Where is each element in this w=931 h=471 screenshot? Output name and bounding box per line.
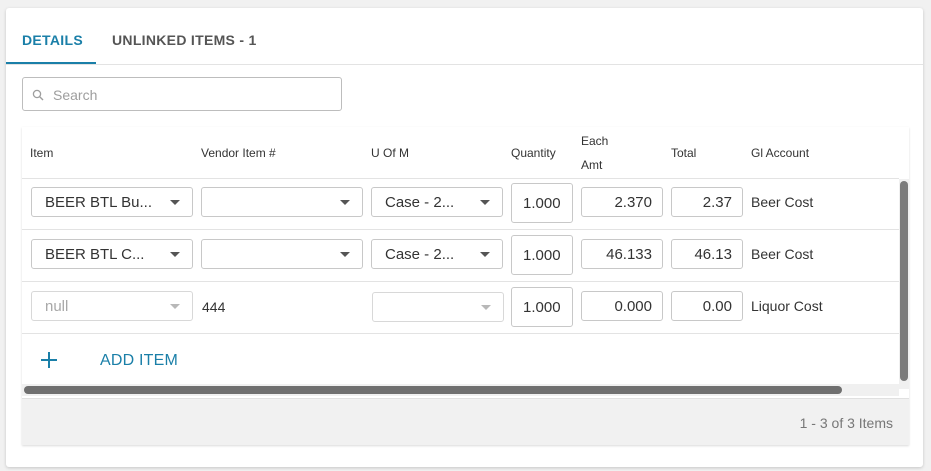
plus-icon [40, 351, 58, 369]
uofm-select[interactable] [372, 292, 504, 322]
each-amt-value: 0.000 [614, 298, 652, 315]
each-amt-value: 46.133 [606, 246, 652, 263]
quantity-input[interactable]: 1.000 [511, 287, 573, 327]
pager-info: 1 - 3 of 3 Items [799, 415, 893, 431]
vertical-scrollbar[interactable] [899, 179, 909, 389]
total-input[interactable]: 46.13 [671, 239, 743, 269]
vertical-scrollbar-thumb[interactable] [900, 181, 908, 381]
header-each-amt-line1[interactable]: Each [581, 134, 608, 148]
row-divider [22, 281, 899, 282]
header-divider [22, 178, 899, 179]
item-select-value: BEER BTL Bu... [45, 194, 152, 211]
header-item[interactable]: Item [30, 146, 53, 160]
grid-footer: 1 - 3 of 3 Items [22, 398, 909, 445]
quantity-value: 1.000 [523, 299, 561, 316]
gl-account-text: Liquor Cost [751, 298, 823, 314]
quantity-input[interactable]: 1.000 [511, 183, 573, 223]
uofm-select-value: Case - 2... [385, 194, 455, 211]
total-value: 2.37 [702, 194, 732, 211]
header-total[interactable]: Total [671, 146, 696, 160]
search-icon [32, 88, 44, 106]
horizontal-scrollbar-thumb[interactable] [24, 386, 842, 394]
tab-bar: DETAILS UNLINKED ITEMS - 1 [6, 8, 923, 65]
each-amt-input[interactable]: 2.370 [581, 187, 663, 217]
add-item-label[interactable]: ADD ITEM [100, 352, 178, 370]
row-divider [22, 229, 899, 230]
item-select[interactable]: null [31, 291, 193, 321]
each-amt-value: 2.370 [614, 194, 652, 211]
row-divider [22, 333, 899, 334]
search-input[interactable] [53, 85, 333, 105]
item-select-value: BEER BTL C... [45, 246, 145, 263]
gl-account-text: Beer Cost [751, 194, 814, 210]
uofm-select[interactable]: Case - 2... [371, 187, 503, 217]
item-select[interactable]: BEER BTL Bu... [31, 187, 193, 217]
total-value: 0.00 [702, 298, 732, 315]
each-amt-input[interactable]: 46.133 [581, 239, 663, 269]
line-items-grid: Item Vendor Item # U Of M Quantity Each … [22, 127, 909, 445]
quantity-value: 1.000 [523, 247, 561, 264]
chevron-down-icon [480, 252, 490, 257]
chevron-down-icon [170, 304, 180, 309]
uofm-select-value: Case - 2... [385, 246, 455, 263]
chevron-down-icon [480, 200, 490, 205]
quantity-input[interactable]: 1.000 [511, 235, 573, 275]
chevron-down-icon [481, 305, 491, 310]
total-input[interactable]: 0.00 [671, 291, 743, 321]
header-each-amt-line2[interactable]: Amt [581, 158, 602, 172]
vendor-item-select[interactable] [201, 239, 363, 269]
tab-unlinked-items[interactable]: UNLINKED ITEMS - 1 [112, 32, 257, 48]
chevron-down-icon [170, 200, 180, 205]
each-amt-input[interactable]: 0.000 [581, 291, 663, 321]
total-input[interactable]: 2.37 [671, 187, 743, 217]
header-uofm[interactable]: U Of M [371, 146, 409, 160]
tab-details[interactable]: DETAILS [22, 32, 83, 48]
chevron-down-icon [340, 252, 350, 257]
quantity-value: 1.000 [523, 195, 561, 212]
total-value: 46.13 [694, 246, 732, 263]
chevron-down-icon [170, 252, 180, 257]
horizontal-scrollbar[interactable] [22, 384, 899, 396]
header-gl-account[interactable]: Gl Account [751, 146, 809, 160]
active-tab-indicator [6, 62, 96, 64]
chevron-down-icon [340, 200, 350, 205]
uofm-select[interactable]: Case - 2... [371, 239, 503, 269]
header-vendor-item[interactable]: Vendor Item # [201, 146, 276, 160]
item-select-value: null [45, 298, 69, 315]
item-select[interactable]: BEER BTL C... [31, 239, 193, 269]
vendor-item-select[interactable] [201, 187, 363, 217]
detail-card: DETAILS UNLINKED ITEMS - 1 Item Vendor I… [6, 8, 923, 467]
gl-account-text: Beer Cost [751, 246, 814, 262]
search-box[interactable] [22, 77, 342, 111]
header-quantity[interactable]: Quantity [511, 146, 556, 160]
vendor-item-text: 444 [202, 299, 226, 315]
